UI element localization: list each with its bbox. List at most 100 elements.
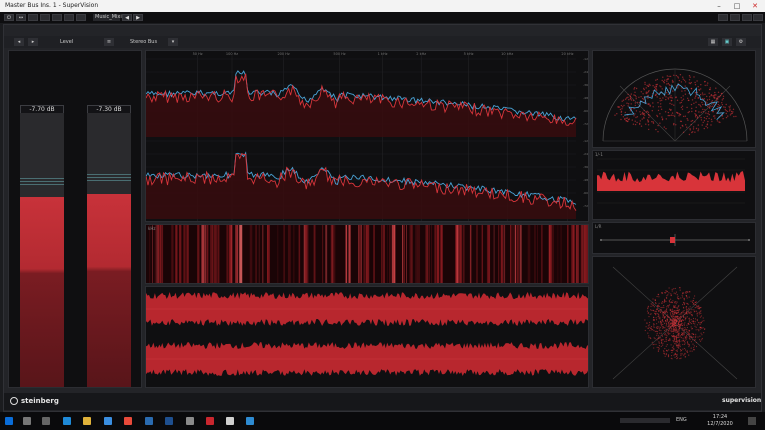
menu-button[interactable]: [64, 14, 74, 21]
start-icon[interactable]: [5, 417, 13, 425]
clock-date[interactable]: 12/7/2020: [700, 421, 740, 427]
vector-dot: [679, 320, 681, 322]
phase-dot: [669, 102, 671, 105]
minimize-button[interactable]: –: [712, 1, 726, 11]
vector-dot: [648, 337, 650, 339]
vector-dot: [673, 341, 675, 343]
module-source-label[interactable]: Stereo Bus: [130, 38, 157, 46]
spectrogram-band: [255, 225, 257, 283]
phase-dot: [634, 113, 636, 115]
word-icon[interactable]: [145, 417, 153, 425]
phase-dot: [717, 95, 719, 98]
vector-dot: [701, 337, 703, 340]
preset-field[interactable]: Music_Mixing: [93, 14, 128, 21]
vector-dot: [654, 299, 656, 301]
music-icon[interactable]: [206, 417, 214, 425]
vector-dot: [661, 301, 664, 303]
phase-dot: [700, 88, 702, 90]
brand-name: steinberg: [21, 397, 59, 405]
layout-prev-button[interactable]: ◂: [14, 38, 24, 46]
module-mode-label[interactable]: Level: [60, 38, 73, 46]
vector-dot: [673, 338, 675, 340]
search-icon[interactable]: [23, 417, 31, 425]
clock-time[interactable]: 17:24: [700, 414, 740, 420]
language-indicator[interactable]: ENG: [676, 417, 687, 423]
vector-dot: [691, 350, 693, 352]
phase-dot: [656, 89, 658, 91]
grid-icon[interactable]: ▦: [708, 38, 718, 46]
vector-dot: [686, 341, 689, 343]
vector-dot: [691, 320, 693, 322]
cubase-icon[interactable]: [186, 417, 194, 425]
vector-dot: [660, 342, 662, 344]
phase-dot: [704, 80, 706, 83]
vector-dot: [649, 326, 651, 328]
inspector-button[interactable]: [52, 14, 62, 21]
vector-dot: [690, 336, 692, 338]
help-button[interactable]: [753, 14, 763, 21]
redo-button[interactable]: [730, 14, 740, 21]
vector-dot: [646, 322, 648, 324]
vector-dot: [671, 316, 673, 318]
spectrogram-band: [402, 225, 404, 283]
vector-dot: [686, 297, 688, 299]
maximize-button[interactable]: □: [730, 1, 744, 11]
layout-next-button[interactable]: ▸: [28, 38, 38, 46]
vector-dot: [674, 316, 676, 318]
vector-dot: [655, 302, 657, 304]
vector-dot: [676, 311, 678, 313]
settings-button[interactable]: [742, 14, 752, 21]
vector-dot: [673, 328, 675, 330]
chrome-icon[interactable]: [124, 417, 132, 425]
preset-next-button[interactable]: ▶: [133, 14, 143, 21]
phase-dot: [694, 81, 696, 84]
power-button[interactable]: ⏻: [4, 14, 14, 21]
vector-dot: [674, 329, 676, 331]
spectrogram-band: [159, 225, 162, 283]
vector-dot: [678, 325, 680, 327]
vector-dot: [684, 347, 686, 350]
source-dropdown-icon[interactable]: ▾: [168, 38, 178, 46]
close-button[interactable]: ✕: [748, 1, 762, 11]
vector-dot: [659, 328, 661, 330]
phase-dot: [632, 123, 635, 125]
spectrogram-band: [216, 225, 218, 283]
vector-dot: [678, 332, 680, 334]
vector-dot: [697, 322, 700, 324]
phase-dot: [661, 99, 663, 101]
compare-button[interactable]: [76, 14, 86, 21]
vector-dot: [676, 294, 678, 296]
phase-dot: [679, 127, 682, 129]
vector-dot: [693, 349, 695, 351]
phase-dot: [713, 94, 715, 97]
phase-dot: [632, 99, 635, 102]
module-menu-button[interactable]: ≡: [104, 38, 114, 46]
tray-icons[interactable]: [620, 418, 670, 423]
vector-dot: [681, 329, 683, 331]
phase-dot: [643, 114, 646, 116]
folder-icon[interactable]: [83, 417, 91, 425]
write-button[interactable]: [40, 14, 50, 21]
vector-dot: [682, 332, 684, 335]
preset-prev-button[interactable]: ◀: [122, 14, 132, 21]
undo-button[interactable]: [718, 14, 728, 21]
taskview-icon[interactable]: [42, 417, 50, 425]
vector-dot: [677, 323, 679, 325]
vector-dot: [685, 328, 687, 330]
vector-dot: [651, 309, 653, 311]
vector-dot: [682, 343, 684, 346]
vector-dot: [693, 309, 695, 311]
app-icon[interactable]: [165, 417, 173, 425]
mail-icon[interactable]: [104, 417, 112, 425]
phase-dot: [647, 124, 650, 126]
store-icon[interactable]: [226, 417, 234, 425]
edge-icon[interactable]: [63, 417, 71, 425]
vector-dot: [679, 327, 681, 329]
photos-icon[interactable]: [246, 417, 254, 425]
phase-dot: [628, 99, 630, 101]
settings-icon[interactable]: ⚙: [736, 38, 746, 46]
layout-icon[interactable]: ▣: [722, 38, 732, 46]
notification-icon[interactable]: [748, 417, 756, 425]
read-button[interactable]: [28, 14, 38, 21]
bypass-button[interactable]: ↔: [16, 14, 26, 21]
